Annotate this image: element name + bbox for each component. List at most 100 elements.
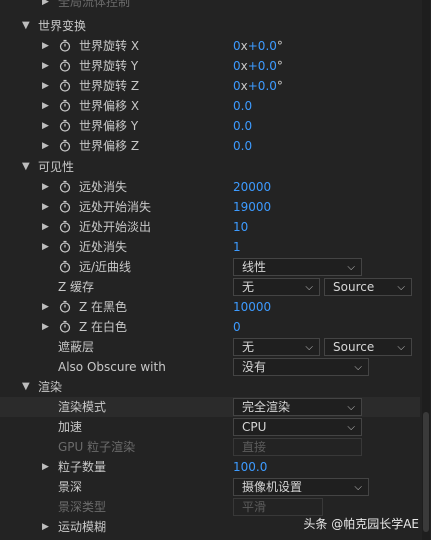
property-label: 运动模糊 [58, 520, 107, 534]
group-label: 渲染 [38, 380, 63, 394]
property-label: 加速 [58, 420, 83, 434]
dropdown-value: 平滑 [242, 500, 267, 514]
stopwatch-icon[interactable] [59, 200, 71, 213]
numeric-value[interactable]: 0.0 [233, 136, 252, 156]
expand-arrow-icon[interactable]: ▶ [42, 217, 49, 237]
stopwatch-icon[interactable] [59, 320, 71, 333]
numeric-value[interactable]: 1 [233, 237, 241, 257]
stopwatch-icon[interactable] [59, 180, 71, 193]
expand-arrow-icon[interactable]: ▶ [42, 517, 49, 537]
numeric-value[interactable]: 10 [233, 217, 248, 237]
world-rotate-y-row: ▶ 世界旋转 Y 0x+0.0° [0, 56, 420, 76]
group-label: 全局流体控制 [58, 0, 131, 9]
group-global-fluid-control[interactable]: ▶ 全局流体控制 [0, 0, 420, 12]
expand-arrow-icon[interactable]: ▶ [42, 457, 49, 477]
angle-value[interactable]: 0x+0.0° [233, 56, 283, 76]
also-obscure-row: Also Obscure with 没有 ⌵ [0, 357, 420, 377]
stopwatch-icon[interactable] [59, 240, 71, 253]
dof-type-row: 景深类型 平滑 [0, 497, 420, 517]
dropdown-value: CPU [242, 420, 267, 434]
expand-arrow-icon[interactable]: ▶ [42, 136, 49, 156]
numeric-value[interactable]: 100.0 [233, 457, 267, 477]
expand-arrow-icon[interactable]: ▶ [42, 237, 49, 257]
group-render[interactable]: ▼ 渲染 [0, 377, 420, 397]
dropdown-value: 摄像机设置 [242, 480, 303, 494]
property-label: 世界偏移 Y [79, 119, 139, 133]
numeric-value[interactable]: 19000 [233, 197, 271, 217]
dropdown-value: Source [333, 340, 375, 354]
z-at-black-row: ▶ Z 在黑色 10000 [0, 297, 420, 317]
expand-arrow-icon[interactable]: ▶ [42, 0, 49, 12]
particle-count-row: ▶ 粒子数量 100.0 [0, 457, 420, 477]
numeric-value[interactable]: 10000 [233, 297, 271, 317]
property-label: 世界偏移 Z [79, 139, 140, 153]
chevron-down-icon: ⌵ [397, 342, 405, 353]
near-start-fade-row: ▶ 近处开始淡出 10 [0, 217, 420, 237]
dropdown-value: Source [333, 280, 375, 294]
stopwatch-icon[interactable] [59, 139, 71, 152]
numeric-value[interactable]: 0.0 [233, 96, 252, 116]
stopwatch-icon[interactable] [59, 39, 71, 52]
property-label: Also Obscure with [58, 360, 166, 374]
stopwatch-icon[interactable] [59, 79, 71, 92]
obscure-source-dropdown[interactable]: Source ⌵ [324, 338, 412, 356]
property-label: 粒子数量 [58, 460, 107, 474]
expand-arrow-icon[interactable]: ▶ [42, 76, 49, 96]
expand-arrow-icon[interactable]: ▶ [42, 116, 49, 136]
z-buffer-dropdown[interactable]: 无 ⌵ [233, 278, 320, 296]
numeric-value[interactable]: 20000 [233, 177, 271, 197]
world-offset-z-row: ▶ 世界偏移 Z 0.0 [0, 136, 420, 156]
expand-arrow-icon[interactable]: ▶ [42, 56, 49, 76]
group-visibility[interactable]: ▼ 可见性 [0, 157, 420, 177]
collapse-arrow-icon[interactable]: ▼ [22, 16, 30, 36]
property-label: 世界旋转 Y [79, 59, 139, 73]
group-world-transform[interactable]: ▼ 世界变换 [0, 16, 420, 36]
acceleration-dropdown[interactable]: CPU ⌵ [233, 418, 362, 436]
expand-arrow-icon[interactable]: ▶ [42, 197, 49, 217]
stopwatch-icon[interactable] [59, 59, 71, 72]
chevron-down-icon: ⌵ [305, 282, 313, 293]
acceleration-row: 加速 CPU ⌵ [0, 417, 420, 437]
world-rotate-z-row: ▶ 世界旋转 Z 0x+0.0° [0, 76, 420, 96]
gpu-render-dropdown: 直接 ⌵ [233, 438, 362, 456]
stopwatch-icon[interactable] [59, 260, 71, 273]
numeric-value[interactable]: 0.0 [233, 116, 252, 136]
stopwatch-icon[interactable] [59, 300, 71, 313]
far-near-curve-row: 远/近曲线 线性 ⌵ [0, 257, 420, 277]
scrollbar-thumb[interactable] [423, 412, 429, 532]
stopwatch-icon[interactable] [59, 99, 71, 112]
stopwatch-icon[interactable] [59, 220, 71, 233]
near-vanish-row: ▶ 近处消失 1 [0, 237, 420, 257]
obscure-layer-dropdown[interactable]: 无 ⌵ [233, 338, 320, 356]
group-label: 世界变换 [38, 19, 87, 33]
chevron-down-icon: ⌵ [354, 362, 362, 373]
expand-arrow-icon[interactable]: ▶ [42, 297, 49, 317]
property-label: 景深 [58, 480, 83, 494]
watermark: 头条 @帕克园长学AE [303, 517, 419, 531]
dropdown-value: 没有 [242, 360, 267, 374]
angle-value[interactable]: 0x+0.0° [233, 76, 283, 96]
curve-dropdown[interactable]: 线性 ⌵ [233, 258, 362, 276]
depth-of-field-row: 景深 摄像机设置 ⌵ [0, 477, 420, 497]
stopwatch-icon[interactable] [59, 119, 71, 132]
property-label: 世界旋转 X [79, 39, 140, 53]
dropdown-value: 完全渲染 [242, 400, 291, 414]
expand-arrow-icon[interactable]: ▶ [42, 317, 49, 337]
property-label: 渲染模式 [58, 400, 107, 414]
chevron-down-icon: ⌵ [347, 422, 355, 433]
expand-arrow-icon[interactable]: ▶ [42, 177, 49, 197]
chevron-down-icon: ⌵ [305, 342, 313, 353]
world-offset-y-row: ▶ 世界偏移 Y 0.0 [0, 116, 420, 136]
render-mode-dropdown[interactable]: 完全渲染 ⌵ [233, 398, 362, 416]
property-label: 景深类型 [58, 500, 107, 514]
angle-value[interactable]: 0x+0.0° [233, 36, 283, 56]
z-buffer-source-dropdown[interactable]: Source ⌵ [324, 278, 412, 296]
collapse-arrow-icon[interactable]: ▼ [22, 377, 30, 397]
depth-of-field-dropdown[interactable]: 摄像机设置 ⌵ [233, 478, 369, 496]
expand-arrow-icon[interactable]: ▶ [42, 36, 49, 56]
also-obscure-dropdown[interactable]: 没有 ⌵ [233, 358, 369, 376]
numeric-value[interactable]: 0 [233, 317, 241, 337]
world-rotate-x-row: ▶ 世界旋转 X 0x+0.0° [0, 36, 420, 56]
collapse-arrow-icon[interactable]: ▼ [22, 157, 30, 177]
expand-arrow-icon[interactable]: ▶ [42, 96, 49, 116]
